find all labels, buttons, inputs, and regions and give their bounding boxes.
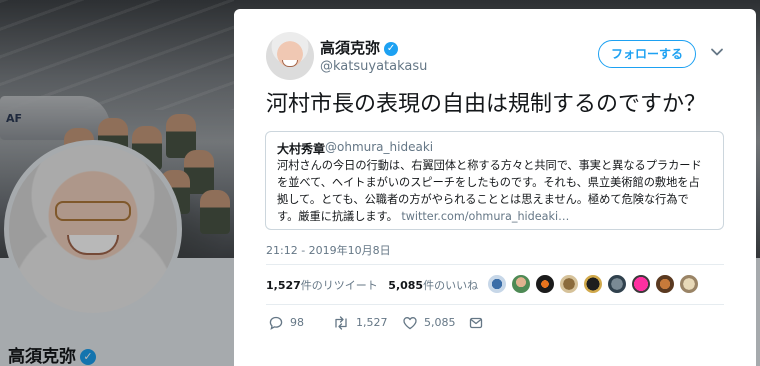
liker-avatar[interactable] [487,274,507,294]
quoted-text-line: す。厳重に抗議します。 twitter.com/ohmura_hideaki… [277,208,717,225]
liker-avatar[interactable] [559,274,579,294]
like-count: 5,085 [424,316,456,329]
engagement-stats: 1,527件のリツイート 5,085件のいいね [266,277,478,293]
retweet-button[interactable]: 1,527 [332,313,388,333]
retweet-stat-count: 1,527 [266,279,301,292]
tweet-actions: 98 1,527 5,085 [266,313,506,333]
reply-icon [269,316,283,330]
tweet-author-handle[interactable]: @katsuyatakasu [320,59,427,74]
tweet-author-avatar[interactable] [266,32,314,80]
retweet-stat[interactable]: 1,527件のリツイート [266,279,378,292]
liker-avatar[interactable] [583,274,603,294]
quoted-text-line: 拠して。とても、公職者の方がやられることとは思えません。極めて危険な行為で [277,193,689,206]
tweet-timestamp[interactable]: 21:12 - 2019年10月8日 [266,242,391,258]
quoted-text-line: 河村さんの今日の行動は、右翼団体と称する方々と共同で、事実と異なるプラカード [277,159,702,172]
share-button[interactable] [468,313,490,333]
like-stat[interactable]: 5,085件のいいね [388,279,478,292]
liker-avatar[interactable] [655,274,675,294]
divider [266,304,724,305]
quoted-link[interactable]: twitter.com/ohmura_hideaki… [401,210,569,223]
liker-avatar[interactable] [535,274,555,294]
retweet-icon [335,316,347,330]
retweet-count: 1,527 [356,316,388,329]
liker-avatar[interactable] [679,274,699,294]
reply-button[interactable]: 98 [268,313,304,333]
liker-avatar[interactable] [607,274,627,294]
quoted-tweet[interactable]: 大村秀章 @ohmura_hideaki 河村さんの今日の行動は、右翼団体と称す… [265,131,724,230]
liker-avatar[interactable] [511,274,531,294]
quoted-tweet-body: 河村さんの今日の行動は、右翼団体と称する方々と共同で、事実と異なるプラカード を… [277,157,717,225]
quoted-author-handle: @ohmura_hideaki [325,140,434,154]
follow-button[interactable]: フォローする [598,40,696,68]
avatar-smile [282,60,298,67]
like-stat-count: 5,085 [388,279,424,292]
reply-count: 98 [290,316,304,329]
tweet-detail-card: 高須克弥 ✓ @katsuyatakasu フォローする 河村市長の表現の自由は規… [234,9,756,366]
like-button[interactable]: 5,085 [402,313,456,333]
liker-avatar[interactable] [631,274,651,294]
tweet-author-name-text: 高須克弥 [320,39,381,57]
quoted-text-tail: す。厳重に抗議します。 [277,210,398,223]
quoted-author-name: 大村秀章 [277,142,326,156]
divider [266,264,724,265]
quoted-text-line: を並べて、ヘイトまがいのスピーチをしたものです。それも、県立美術館の敷地を占 [277,176,700,189]
retweet-stat-label: 件のリツイート [300,279,378,292]
tweet-text: 河村市長の表現の自由は規制するのですか？ [266,92,707,117]
tweet-author-name[interactable]: 高須克弥 ✓ [320,37,399,58]
share-icon [469,317,483,329]
chevron-down-icon[interactable] [708,43,726,61]
like-stat-label: 件のいいね [423,279,479,292]
like-icon [403,317,417,330]
verified-badge-icon: ✓ [384,41,399,56]
